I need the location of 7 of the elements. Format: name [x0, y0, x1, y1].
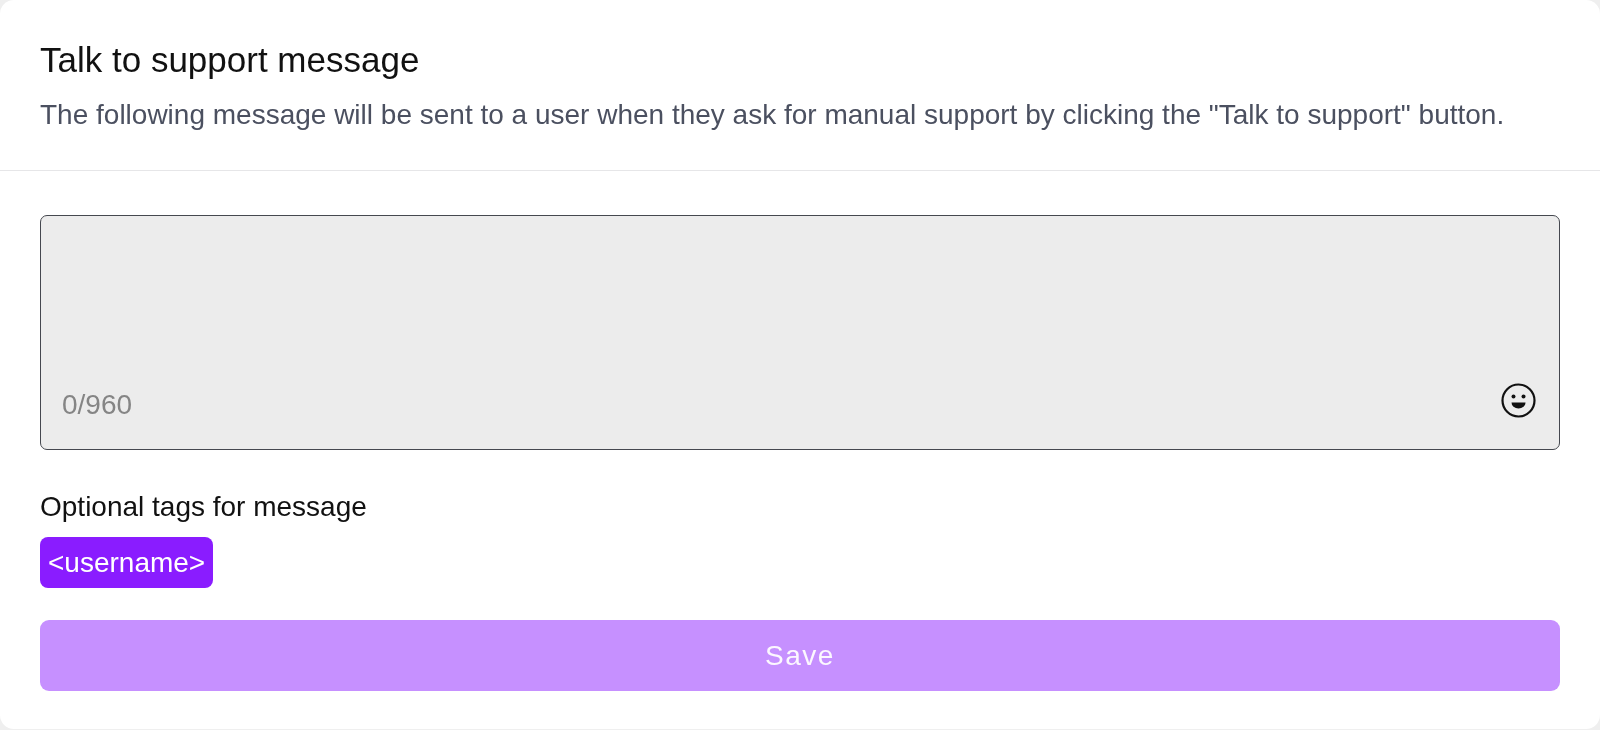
section-description: The following message will be sent to a user when they ask for manual support by clicking the "Talk to support" button. [40, 98, 1506, 132]
character-counter: 0/960 [62, 388, 133, 422]
message-field[interactable]: 0/960 [40, 215, 1560, 450]
section-title: Talk to support message [40, 40, 421, 80]
tag-chip[interactable]: <username> [40, 537, 214, 588]
smiley-icon[interactable] [1501, 383, 1536, 418]
tags-label: Optional tags for message [40, 490, 368, 524]
